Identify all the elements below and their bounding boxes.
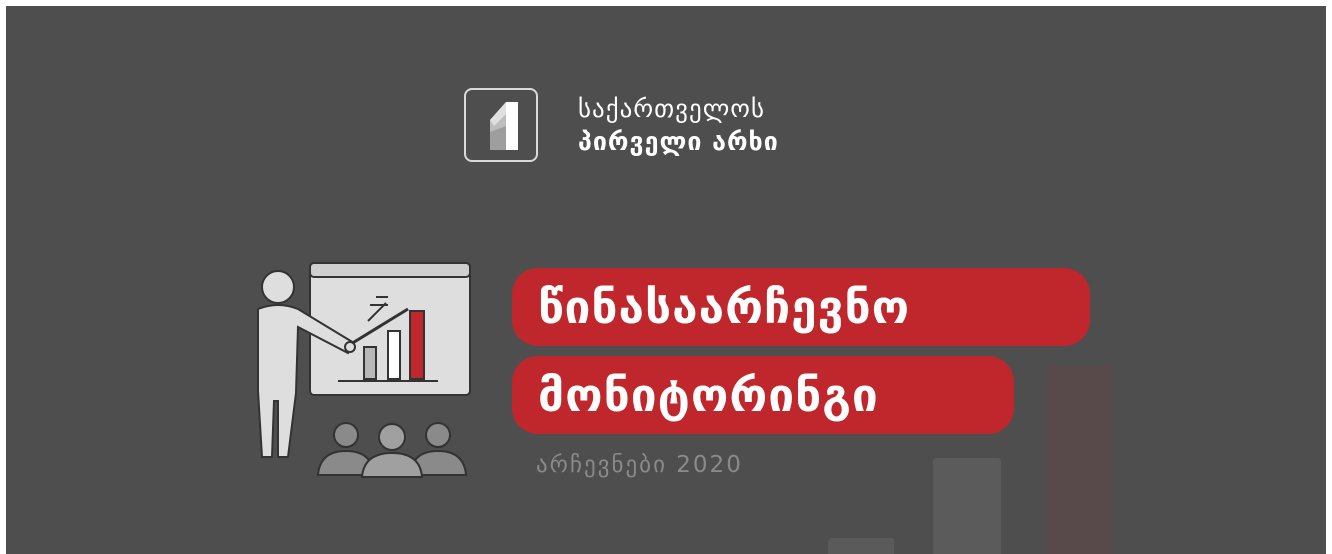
banner: საქართველოს პირველი არხი წინასაარჩევნო მ… xyxy=(6,6,1326,554)
background-bar xyxy=(1046,366,1114,554)
background-bar xyxy=(933,458,1001,554)
logo-title-line1: საქართველოს xyxy=(578,94,766,123)
subtitle: არჩევნები 2020 xyxy=(536,452,743,478)
background-bar xyxy=(828,538,894,554)
title-line2: მონიტორინგი xyxy=(512,356,1014,434)
logo-title-line2: პირველი არხი xyxy=(578,127,779,156)
channel-logo-icon xyxy=(464,88,538,162)
title-line1: წინასაარჩევნო xyxy=(512,268,1090,346)
presenter-with-chart-icon xyxy=(257,262,471,478)
audience-icon xyxy=(316,422,468,478)
